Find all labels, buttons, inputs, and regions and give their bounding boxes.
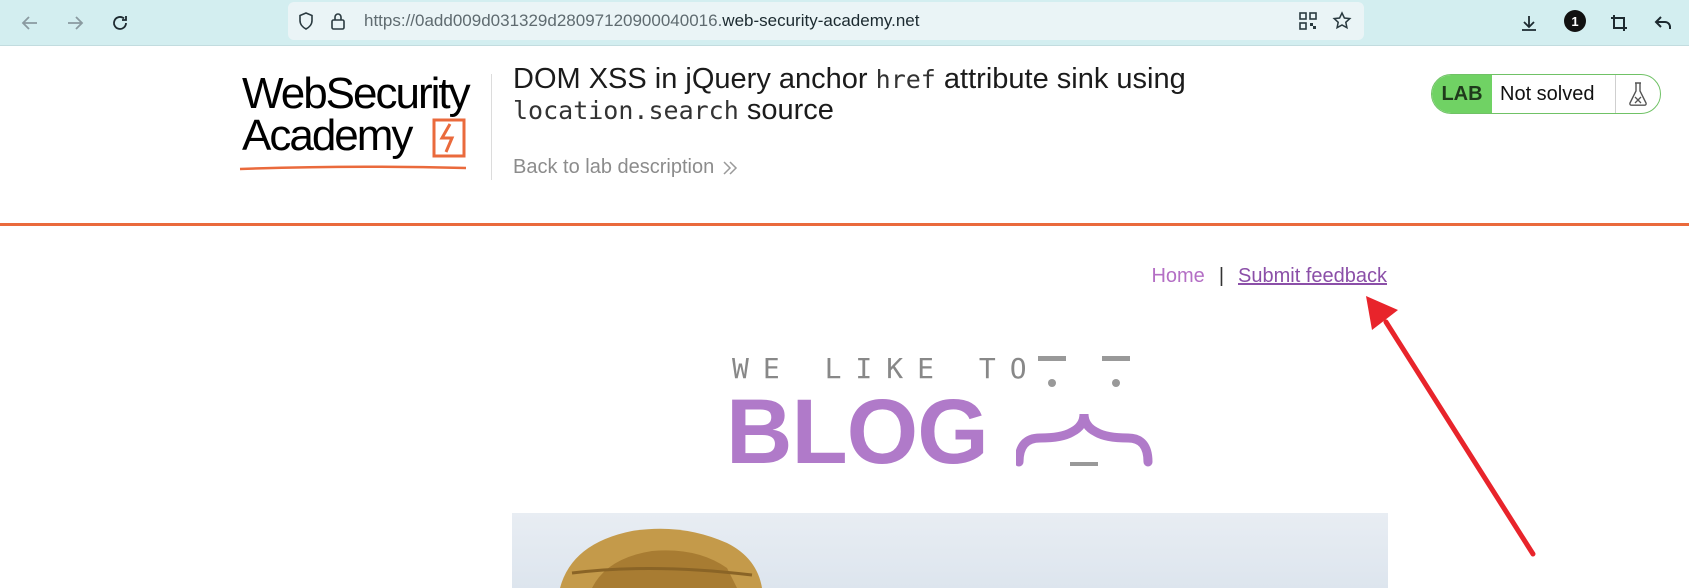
extension-badge[interactable]: 1 [1564,10,1586,32]
lock-icon[interactable] [328,11,348,31]
lab-title-part1: DOM XSS in jQuery anchor [513,63,876,95]
submit-feedback-link[interactable]: Submit feedback [1238,265,1387,288]
undo-icon[interactable] [1647,7,1679,39]
browser-toolbar: https://0add009d031329d28097120900040016… [0,0,1689,46]
back-arrow-icon[interactable] [14,7,46,39]
url-text[interactable]: https://0add009d031329d28097120900040016… [364,11,919,31]
blog-word: BLOG [726,381,989,483]
logo-lightning-icon [432,118,466,158]
blog-face-icon [1016,356,1153,467]
straw-hat-image [560,528,762,588]
logo-line1: WebSecurity [242,69,471,118]
lab-title: DOM XSS in jQuery anchor href attribute … [513,64,1273,126]
blog-logo: WE LIKE TO BLOG [726,350,1166,483]
nav-separator: | [1218,265,1225,287]
lab-title-code-href: href [875,65,936,94]
blog-hero-image [512,513,1388,588]
lab-tag: LAB [1432,75,1492,113]
address-bar[interactable]: https://0add009d031329d28097120900040016… [288,2,1364,40]
lab-title-part3: source [738,94,834,126]
bookmark-star-icon[interactable] [1332,11,1352,31]
lab-header: WebSecurity Academy DOM XSS in jQuery an… [0,46,1689,226]
lab-status-widget: LAB Not solved [1431,74,1661,114]
back-link-label: Back to lab description [513,156,715,178]
lab-title-code-location-search: location.search [513,96,739,125]
reload-icon[interactable] [104,7,136,39]
double-chevron-right-icon [723,160,738,175]
forward-arrow-icon[interactable] [59,7,91,39]
logo-underline [239,165,467,171]
shield-icon[interactable] [296,11,316,31]
web-security-academy-logo[interactable]: WebSecurity Academy [238,72,488,172]
lab-title-part2: attribute sink using [935,63,1186,95]
download-icon[interactable] [1513,7,1545,39]
header-divider [491,74,492,180]
url-prefix: https://0add009d031329d28097120900040016… [364,11,723,30]
lab-status-text: Not solved [1492,75,1616,113]
blog-nav: Home | Submit feedback [1151,265,1387,288]
back-to-lab-description-link[interactable]: Back to lab description [513,156,738,179]
home-link[interactable]: Home [1151,265,1204,288]
qr-code-icon[interactable] [1298,11,1318,31]
url-host: web-security-academy.net [722,11,920,30]
flask-icon [1616,75,1660,113]
logo-line2: Academy [242,111,413,160]
crop-icon[interactable] [1603,7,1635,39]
